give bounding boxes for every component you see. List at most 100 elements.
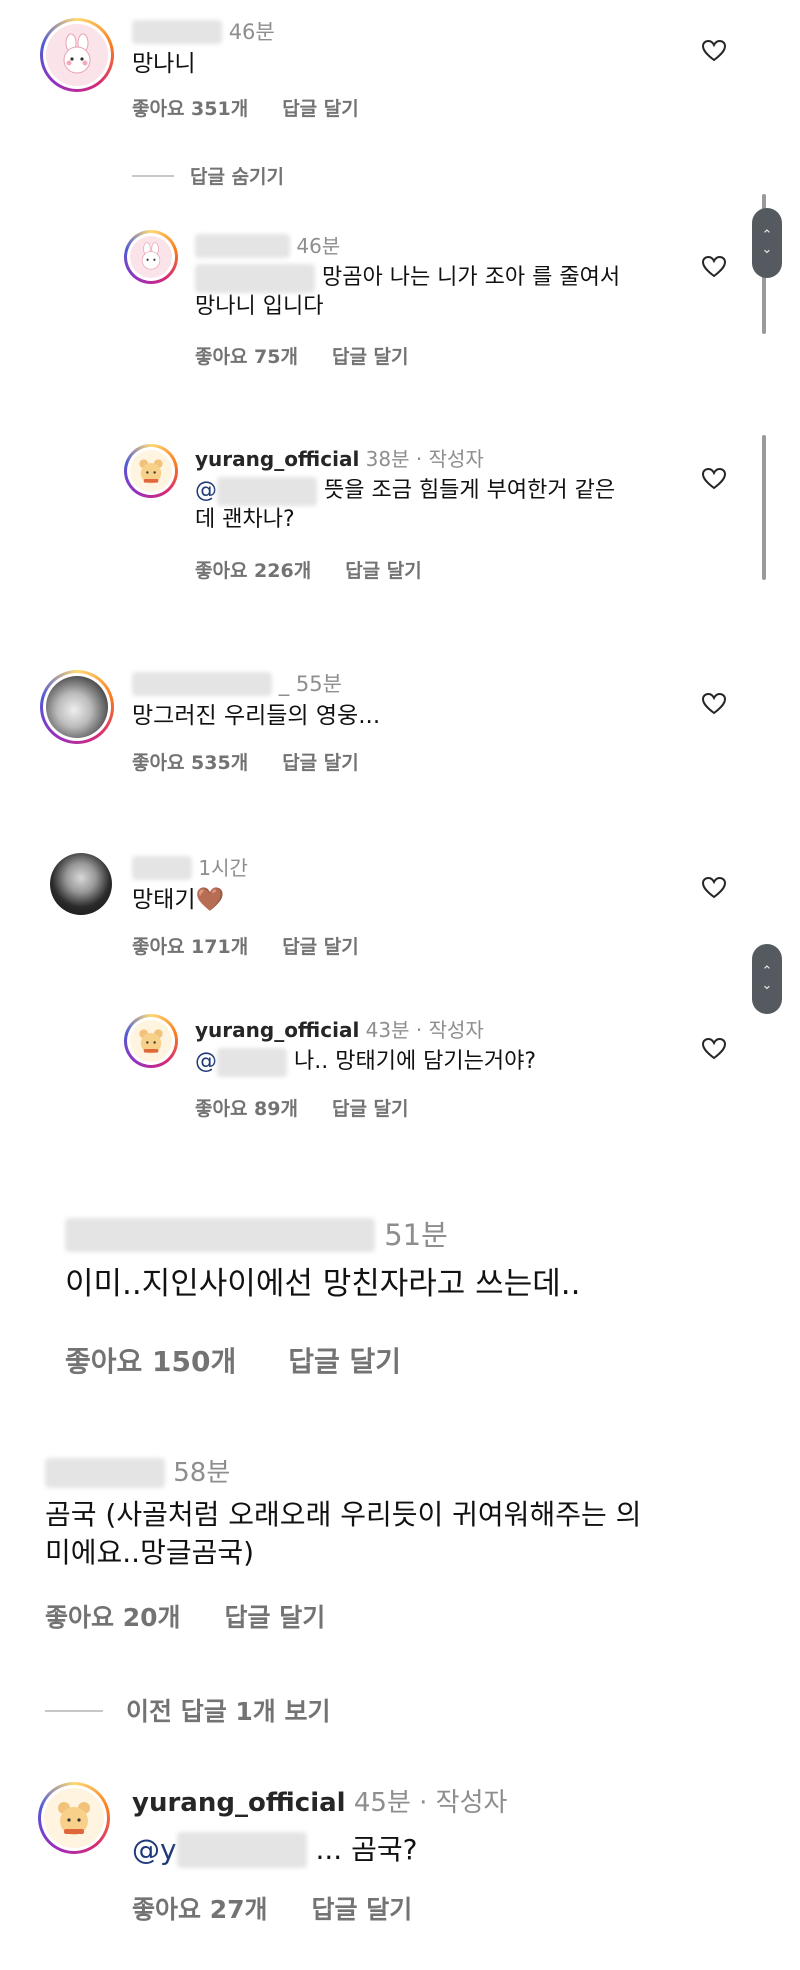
avatar[interactable] — [40, 18, 114, 92]
chevron-down-icon[interactable]: ⌄ — [762, 978, 773, 993]
scroll-buttons[interactable]: ⌃ ⌄ — [752, 208, 782, 278]
comment-actions: 좋아요 75개 답글 달기 — [195, 342, 443, 369]
mention-link[interactable]: @ — [195, 478, 217, 503]
comment-meta: yurang_official 38분 · 작성자 — [195, 443, 484, 472]
bear-avatar-icon — [130, 450, 172, 492]
comment-meta: xxxxx 46분 — [195, 230, 340, 259]
username-redacted: xxxxxxxxxxx — [65, 1218, 375, 1252]
bear-avatar-icon — [130, 1020, 172, 1062]
reply-button[interactable]: 답글 달기 — [282, 98, 359, 120]
likes-count[interactable]: 좋아요 89개 — [195, 1098, 298, 1120]
reply-button[interactable]: 답글 달기 — [345, 560, 422, 582]
likes-count[interactable]: 좋아요 535개 — [132, 752, 248, 774]
comment-meta: xxxxx 46분 — [132, 16, 275, 46]
heart-icon[interactable] — [702, 40, 726, 62]
brown-heart-icon: 🤎 — [195, 887, 225, 913]
reply-button[interactable]: 답글 달기 — [282, 752, 359, 774]
heart-icon[interactable] — [702, 468, 726, 490]
divider — [45, 1710, 103, 1712]
comment-time: 38분 · 작성자 — [365, 447, 484, 471]
comment-time: 45분 · 작성자 — [353, 1788, 508, 1818]
mention-redacted: xxxxx — [217, 477, 317, 506]
comment-actions: 좋아요 150개 답글 달기 — [65, 1340, 435, 1380]
comment-time: 43분 · 작성자 — [365, 1018, 484, 1042]
comment-actions: 좋아요 89개 답글 달기 — [195, 1094, 443, 1121]
comment-text: 망태기🤎 — [132, 887, 225, 913]
avatar[interactable] — [50, 853, 112, 915]
comment-actions: 좋아요 351개 답글 달기 — [132, 94, 393, 121]
mention-link[interactable]: @y — [132, 1833, 177, 1866]
comment-actions: 좋아요 20개 답글 달기 — [45, 1598, 359, 1634]
scroll-buttons[interactable]: ⌃ ⌄ — [752, 944, 782, 1014]
username[interactable]: yurang_official — [195, 1018, 359, 1042]
hide-replies-button[interactable]: 답글 숨기기 — [190, 162, 284, 189]
likes-count[interactable]: 좋아요 171개 — [132, 936, 248, 958]
comment-text: 망나니 — [132, 51, 196, 77]
chevron-up-icon[interactable]: ⌃ — [762, 964, 773, 979]
comment-time: 46분 — [296, 234, 341, 258]
comment-text: 망그러진 우리들의 영웅... — [132, 703, 381, 729]
comment-actions: 좋아요 226개 답글 달기 — [195, 556, 456, 583]
reply-button[interactable]: 답글 달기 — [332, 1098, 409, 1120]
heart-icon[interactable] — [702, 1038, 726, 1060]
comment-meta: xxxxxxxxxxx 51분 — [65, 1212, 448, 1254]
username[interactable]: yurang_official — [132, 1788, 346, 1818]
username-redacted: xxxxx — [195, 234, 290, 258]
comment-actions: 좋아요 27개 답글 달기 — [132, 1890, 446, 1926]
view-previous-replies-button[interactable]: 이전 답글 1개 보기 — [126, 1692, 331, 1728]
username[interactable]: yurang_official — [195, 447, 359, 471]
chevron-up-icon[interactable]: ⌃ — [762, 228, 773, 243]
reply-button[interactable]: 답글 달기 — [282, 936, 359, 958]
bunny-avatar-icon — [130, 236, 172, 278]
chevron-down-icon[interactable]: ⌄ — [762, 242, 773, 257]
username-redacted: xxxxxxx — [132, 672, 272, 696]
likes-count[interactable]: 좋아요 351개 — [132, 98, 248, 120]
comment-text: @xxxx 나.. 망태기에 담기는거야? — [195, 1048, 536, 1077]
mention-redacted: xxxxx — [176, 1832, 307, 1869]
comment-time: _ 55분 — [278, 672, 342, 696]
reply-button[interactable]: 답글 달기 — [312, 1895, 413, 1924]
username-redacted: xxx — [132, 856, 192, 880]
profile-photo — [46, 676, 108, 738]
comment-actions: 좋아요 171개 답글 달기 — [132, 932, 393, 959]
comment-text: @xxxxx 뜻을 조금 힘들게 부여한거 같은데 괜차나? — [195, 477, 616, 532]
comment-meta: yurang_official 43분 · 작성자 — [195, 1014, 484, 1043]
comment-text: 이미..지인사이에선 망친자라고 쓰는데.. — [65, 1266, 581, 1302]
divider — [132, 175, 174, 177]
avatar[interactable] — [38, 1782, 110, 1854]
heart-icon[interactable] — [702, 693, 726, 715]
comment-text: @yxxxxx ... 곰국? — [132, 1832, 417, 1869]
avatar[interactable] — [124, 1014, 178, 1068]
reply-button[interactable]: 답글 달기 — [332, 346, 409, 368]
likes-count[interactable]: 좋아요 27개 — [132, 1895, 268, 1924]
likes-count[interactable]: 좋아요 75개 — [195, 346, 298, 368]
comment-meta: xxxxxxx _ 55분 — [132, 668, 342, 698]
heart-icon[interactable] — [702, 256, 726, 278]
heart-icon[interactable] — [702, 877, 726, 899]
likes-count[interactable]: 좋아요 20개 — [45, 1603, 181, 1632]
comment-text: 곰국 (사골처럼 오래오래 우리듯이 귀여워해주는 의 미에요..망글곰국) — [45, 1498, 642, 1569]
avatar[interactable] — [124, 230, 178, 284]
avatar[interactable] — [124, 444, 178, 498]
reply-button[interactable]: 답글 달기 — [288, 1345, 401, 1378]
likes-count[interactable]: 좋아요 226개 — [195, 560, 311, 582]
likes-count[interactable]: 좋아요 150개 — [65, 1345, 236, 1378]
comment-meta: xxx 1시간 — [132, 852, 248, 881]
comment-meta: yurang_official 45분 · 작성자 — [132, 1782, 507, 1819]
bunny-avatar-icon — [46, 24, 108, 86]
mention-redacted: xxxxxx — [195, 264, 315, 293]
mention-redacted: xxxx — [217, 1048, 287, 1077]
username-redacted: xxxxx — [45, 1458, 165, 1488]
comment-time: 1시간 — [198, 856, 248, 880]
mention-link[interactable]: @ — [195, 1049, 217, 1074]
reply-button[interactable]: 답글 달기 — [225, 1603, 326, 1632]
username-redacted: xxxxx — [132, 20, 222, 44]
bear-avatar-icon — [44, 1788, 104, 1848]
comment-time: 46분 — [228, 20, 275, 44]
comment-text: xxxxxx 망곰아 나는 니가 조아 를 줄여서망나니 입니다 — [195, 264, 621, 319]
comment-time: 58분 — [173, 1458, 231, 1488]
comment-meta: xxxxx 58분 — [45, 1452, 230, 1489]
avatar[interactable] — [40, 670, 114, 744]
scrollbar[interactable] — [762, 435, 766, 580]
comment-actions: 좋아요 535개 답글 달기 — [132, 748, 393, 775]
